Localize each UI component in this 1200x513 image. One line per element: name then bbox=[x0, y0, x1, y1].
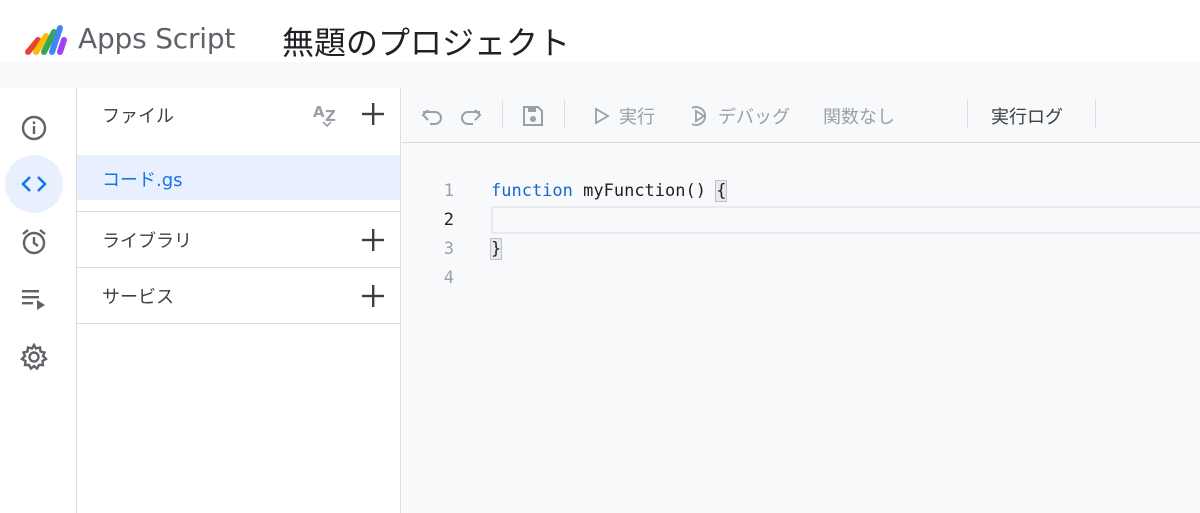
keyword: function bbox=[491, 181, 573, 201]
sort-az-icon[interactable]: A Z bbox=[313, 102, 341, 130]
file-item-code-gs[interactable]: コード.gs bbox=[77, 155, 400, 200]
toolbar-separator bbox=[967, 100, 968, 128]
alarm-icon bbox=[19, 227, 49, 257]
services-title: サービス bbox=[102, 287, 174, 308]
rail-item-editor[interactable] bbox=[5, 155, 63, 213]
file-panel: ファイル A Z コード.gs ライブラリ サービス bbox=[77, 88, 401, 513]
code-text: function myFunction() { bbox=[491, 180, 728, 202]
divider bbox=[77, 267, 400, 268]
add-service-icon[interactable] bbox=[360, 283, 386, 309]
function-signature: myFunction() bbox=[583, 181, 717, 201]
close-brace: } bbox=[489, 238, 503, 260]
executions-icon bbox=[19, 286, 49, 312]
files-title: ファイル bbox=[102, 106, 174, 127]
redo-icon[interactable] bbox=[459, 104, 483, 132]
libraries-title: ライブラリ bbox=[102, 231, 192, 252]
divider bbox=[77, 211, 400, 212]
play-icon bbox=[594, 107, 610, 129]
apps-script-logo[interactable] bbox=[22, 18, 68, 58]
editor-toolbar: 実行 デバッグ 関数なし 実行ログ bbox=[402, 88, 1200, 143]
execution-log-button[interactable]: 実行ログ bbox=[991, 103, 1063, 129]
toolbar-separator bbox=[1095, 100, 1096, 128]
nav-rail bbox=[0, 88, 77, 513]
add-file-icon[interactable] bbox=[360, 101, 386, 127]
code-line: 1 function myFunction() { bbox=[402, 177, 1200, 206]
code-line: 3 } bbox=[402, 235, 1200, 264]
line-number: 2 bbox=[443, 210, 454, 230]
app-name: Apps Script bbox=[78, 22, 236, 55]
toolbar-separator bbox=[502, 100, 503, 128]
rail-item-overview[interactable] bbox=[5, 99, 63, 157]
code-editor: 実行 デバッグ 関数なし 実行ログ 1 function myFunction(… bbox=[402, 88, 1200, 513]
gear-icon bbox=[19, 342, 49, 372]
divider bbox=[77, 323, 400, 324]
files-header: ファイル A Z bbox=[77, 88, 400, 128]
code-line: 4 bbox=[402, 264, 1200, 293]
svg-text:A: A bbox=[313, 103, 325, 121]
code-icon bbox=[19, 172, 49, 196]
info-icon bbox=[20, 114, 48, 142]
open-brace: { bbox=[715, 180, 728, 202]
toolbar-separator bbox=[564, 100, 565, 128]
header-band bbox=[0, 62, 1200, 88]
file-name: コード.gs bbox=[102, 170, 183, 191]
function-select[interactable]: 関数なし bbox=[823, 103, 895, 129]
code-text: } bbox=[489, 238, 503, 260]
project-title[interactable]: 無題のプロジェクト bbox=[282, 18, 570, 64]
line-number: 1 bbox=[443, 181, 454, 201]
save-icon[interactable] bbox=[521, 104, 545, 132]
code-area[interactable]: 1 function myFunction() { 2 3 } 4 bbox=[402, 143, 1200, 513]
rail-item-settings[interactable] bbox=[5, 328, 63, 386]
app-header: Apps Script 無題のプロジェクト bbox=[0, 0, 1200, 62]
rail-item-triggers[interactable] bbox=[5, 213, 63, 271]
add-library-icon[interactable] bbox=[360, 227, 386, 253]
run-button[interactable]: 実行 bbox=[619, 103, 655, 129]
line-number: 4 bbox=[443, 268, 454, 288]
undo-icon[interactable] bbox=[420, 104, 444, 132]
debug-icon bbox=[688, 105, 712, 131]
rail-item-executions[interactable] bbox=[5, 270, 63, 328]
line-number: 3 bbox=[443, 239, 454, 259]
debug-button[interactable]: デバッグ bbox=[718, 103, 790, 129]
code-line: 2 bbox=[402, 206, 1200, 235]
